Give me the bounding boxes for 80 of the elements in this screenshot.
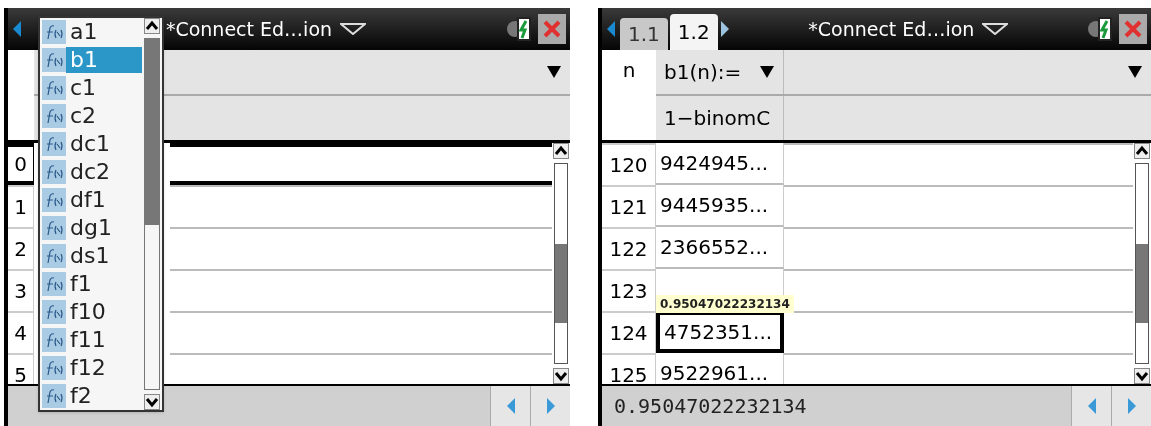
- row-number: 124: [609, 321, 648, 345]
- dropdown-arrow-icon[interactable]: [759, 65, 775, 79]
- caret-icon[interactable]: [340, 23, 367, 35]
- function-item[interactable]: dc2: [66, 159, 142, 185]
- close-icon: [542, 19, 562, 39]
- function-icon: [42, 216, 66, 240]
- scroll-thumb[interactable]: [555, 243, 567, 324]
- caret-icon[interactable]: [982, 23, 1009, 35]
- scroll-up-icon[interactable]: [1134, 143, 1150, 159]
- list-scrollbar[interactable]: [142, 18, 162, 410]
- function-icon: [42, 104, 66, 128]
- formula-cell[interactable]: 1−binomC: [656, 96, 784, 140]
- function-icon: [42, 384, 66, 408]
- function-icon: [42, 272, 66, 296]
- scroll-thumb[interactable]: [1136, 243, 1148, 324]
- scroll-up-icon[interactable]: [144, 18, 160, 34]
- function-icon: [42, 244, 66, 268]
- row-number: 0: [14, 152, 27, 176]
- right-arrow-icon: [1126, 397, 1137, 415]
- page-tab[interactable]: 1.2: [669, 14, 718, 50]
- function-item[interactable]: f1: [66, 271, 142, 297]
- left-arrow-icon: [1086, 397, 1097, 415]
- function-item[interactable]: c2: [66, 103, 142, 129]
- function-item[interactable]: f2: [66, 383, 142, 409]
- function-item[interactable]: ds1: [66, 243, 142, 269]
- table-cell[interactable]: 9424945...: [656, 143, 784, 185]
- scroll-down-icon[interactable]: [144, 394, 160, 410]
- page-tab[interactable]: 1.1: [620, 18, 668, 50]
- function-item[interactable]: f10: [66, 299, 142, 325]
- scroll-up-icon[interactable]: [553, 143, 569, 159]
- function-icon: [42, 48, 66, 72]
- function-icon: [42, 132, 66, 156]
- battery-icon: [1087, 16, 1115, 42]
- row-number: 4: [14, 321, 27, 345]
- scroll-down-icon[interactable]: [553, 368, 569, 384]
- function-item[interactable]: df1: [66, 187, 142, 213]
- column-name: b1(n):=: [664, 59, 742, 86]
- table-row[interactable]: [170, 143, 552, 185]
- function-item[interactable]: a1: [66, 19, 142, 45]
- right-arrow-icon: [545, 397, 556, 415]
- function-item[interactable]: dg1: [66, 215, 142, 241]
- value-tooltip: 0.95047022232134: [656, 295, 794, 313]
- scroll-down-icon[interactable]: [1134, 368, 1150, 384]
- function-icon: [42, 76, 66, 100]
- row-number: 121: [609, 195, 648, 219]
- close-icon: [1123, 19, 1143, 39]
- scroll-left-icon[interactable]: [12, 19, 22, 39]
- document-title[interactable]: *Connect Ed…ion: [165, 14, 333, 44]
- row-header: n: [622, 58, 636, 84]
- row-number: 5: [14, 363, 27, 384]
- row-number: 125: [609, 363, 648, 384]
- battery-icon: [506, 16, 534, 42]
- row-number: 2: [14, 237, 27, 261]
- dropdown-arrow-icon[interactable]: [546, 65, 562, 79]
- function-icon: [42, 300, 66, 324]
- function-icon: [42, 20, 66, 44]
- dropdown-arrow-icon[interactable]: [1127, 65, 1143, 79]
- entry-line[interactable]: 0.95047022232134: [614, 391, 807, 421]
- scrollbar[interactable]: [1133, 143, 1151, 384]
- function-item[interactable]: f12: [66, 355, 142, 381]
- scrollbar[interactable]: [552, 143, 570, 384]
- function-icon: [42, 356, 66, 380]
- function-item[interactable]: c1: [66, 75, 142, 101]
- left-arrow-icon: [505, 397, 516, 415]
- table-cell[interactable]: 2366552...: [656, 227, 784, 269]
- row-number: 120: [609, 153, 648, 177]
- table-cell[interactable]: 9445935...: [656, 185, 784, 227]
- row-number: 3: [14, 279, 27, 303]
- row-number: 122: [609, 237, 648, 261]
- scroll-left-icon[interactable]: [606, 19, 616, 39]
- function-icon: [42, 328, 66, 352]
- scroll-thumb[interactable]: [145, 39, 159, 225]
- row-number: 123: [609, 279, 648, 303]
- function-icon: [42, 160, 66, 184]
- function-item[interactable]: f11: [66, 327, 142, 353]
- function-item[interactable]: dc1: [66, 131, 142, 157]
- row-number: 1: [14, 195, 27, 219]
- function-icon: [42, 188, 66, 212]
- document-title[interactable]: *Connect Ed…ion: [808, 14, 975, 44]
- column-header[interactable]: b1(n):=: [656, 50, 784, 94]
